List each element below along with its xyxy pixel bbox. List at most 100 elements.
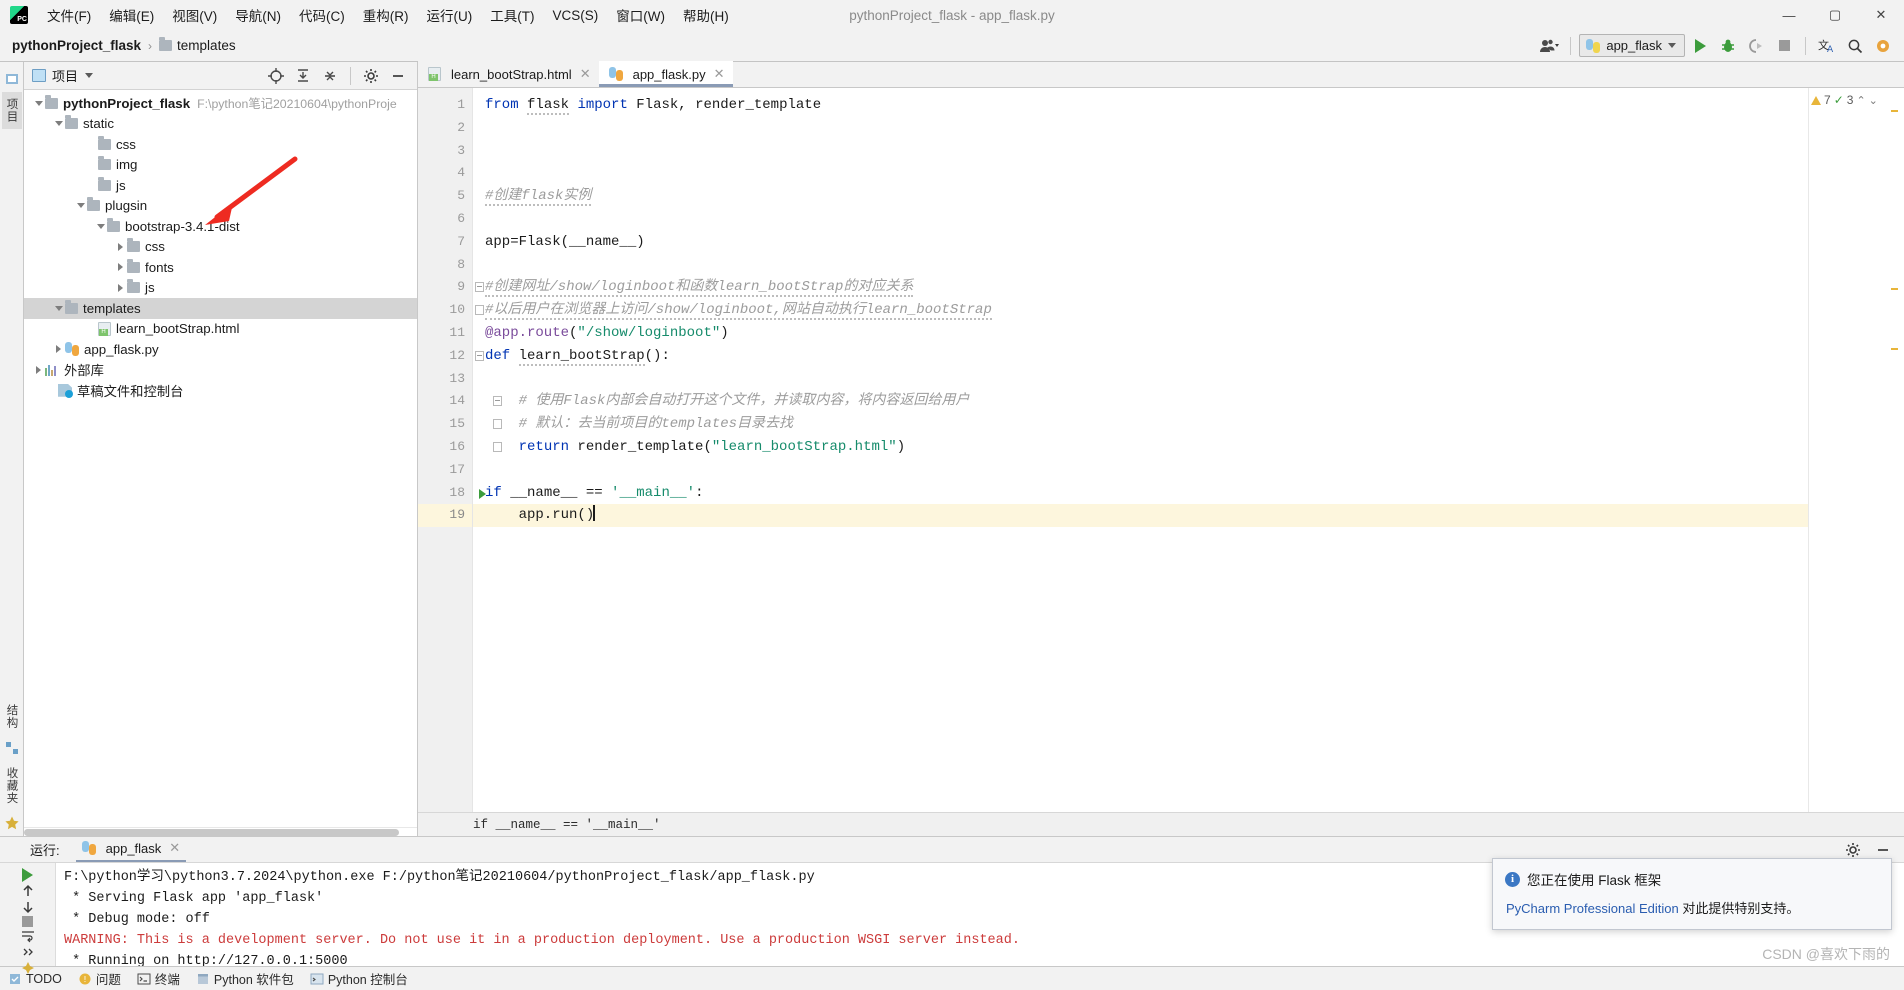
- soft-wrap-icon[interactable]: [16, 929, 40, 943]
- chevron-right-icon[interactable]: [114, 263, 127, 272]
- menu-refactor[interactable]: 重构(R): [354, 2, 418, 28]
- collapse-all-icon[interactable]: [317, 64, 343, 88]
- project-tool-icon[interactable]: [4, 71, 20, 87]
- chevron-down-icon[interactable]: [74, 203, 87, 209]
- chevron-right-icon[interactable]: [52, 345, 65, 354]
- tree-row-bootstrap-fonts[interactable]: fonts: [24, 257, 417, 278]
- tree-row-project-root[interactable]: pythonProject_flask F:\python笔记20210604\…: [24, 93, 417, 114]
- folder-icon: [159, 37, 173, 51]
- tree-row-external-libraries[interactable]: 外部库: [24, 360, 417, 381]
- run-configuration-selector[interactable]: app_flask: [1579, 34, 1685, 57]
- gear-icon[interactable]: [358, 64, 384, 88]
- tree-row-scratches-consoles[interactable]: 草稿文件和控制台: [24, 380, 417, 401]
- tree-row-static-css[interactable]: css: [24, 134, 417, 155]
- editor-gutter[interactable]: 1 2 3 4 5 6 7 8 9 10 11 12 13 14 15 16 1…: [418, 88, 502, 812]
- chevron-up-icon[interactable]: ⌃: [1856, 94, 1865, 107]
- notification-popup[interactable]: i 您正在使用 Flask 框架 PyCharm Professional Ed…: [1492, 858, 1892, 930]
- project-horizontal-scrollbar[interactable]: [24, 827, 417, 836]
- breadcrumb-templates[interactable]: templates: [177, 38, 236, 53]
- status-terminal[interactable]: 终端: [137, 969, 180, 988]
- rerun-icon[interactable]: [16, 868, 40, 882]
- menu-vcs[interactable]: VCS(S): [544, 5, 608, 26]
- inspection-summary[interactable]: 7 ✓ 3 ⌃ ⌄: [1811, 93, 1878, 107]
- inspection-marker[interactable]: [1891, 288, 1898, 290]
- run-tab-app-flask[interactable]: app_flask ✕: [75, 837, 187, 862]
- stop-icon[interactable]: [16, 916, 40, 927]
- folder-icon: [65, 115, 78, 130]
- chevron-down-icon[interactable]: [94, 223, 107, 229]
- line-number: 7: [457, 233, 465, 249]
- close-icon[interactable]: ✕: [169, 840, 180, 856]
- breadcrumb-project[interactable]: pythonProject_flask: [12, 38, 141, 53]
- code-line: from flask import Flask, render_template: [473, 94, 1808, 117]
- menu-edit[interactable]: 编辑(E): [100, 2, 163, 28]
- status-problems[interactable]: ! 问题: [78, 969, 121, 988]
- code-editor[interactable]: from flask import Flask, render_template…: [473, 88, 1808, 812]
- sidebar-item-project[interactable]: 项目: [1, 92, 22, 129]
- chevron-down-icon[interactable]: [32, 100, 45, 106]
- coverage-icon[interactable]: [1743, 34, 1769, 58]
- inspection-marker[interactable]: [1891, 110, 1898, 112]
- up-arrow-icon[interactable]: [16, 884, 40, 898]
- menu-run[interactable]: 运行(U): [418, 2, 482, 28]
- close-icon[interactable]: ✕: [714, 66, 725, 82]
- menu-window[interactable]: 窗口(W): [607, 2, 674, 28]
- search-icon[interactable]: [1842, 34, 1868, 58]
- star-icon[interactable]: [4, 815, 20, 831]
- tree-row-static[interactable]: static: [24, 114, 417, 135]
- tree-row-app-flask-py[interactable]: app_flask.py: [24, 339, 417, 360]
- notification-link[interactable]: PyCharm Professional Edition: [1506, 901, 1679, 916]
- expand-icon[interactable]: [16, 945, 40, 959]
- menu-view[interactable]: 视图(V): [163, 2, 226, 28]
- sidebar-item-favorites[interactable]: 收藏夹: [2, 761, 22, 811]
- stop-icon[interactable]: [1771, 34, 1797, 58]
- chevron-down-icon[interactable]: ⌄: [1869, 94, 1878, 107]
- tree-row-static-js[interactable]: js: [24, 175, 417, 196]
- sidebar-item-structure[interactable]: 结构: [2, 698, 22, 735]
- user-icon[interactable]: [1536, 34, 1562, 58]
- tree-label: 外部库: [64, 363, 104, 379]
- python-file-icon: [65, 342, 79, 357]
- tree-row-bootstrap-js[interactable]: js: [24, 278, 417, 299]
- menu-file[interactable]: 文件(F): [38, 2, 100, 28]
- tab-learn-bootstrap-html[interactable]: learn_bootStrap.html ✕: [418, 61, 599, 87]
- chevron-down-icon[interactable]: [52, 121, 65, 127]
- hide-icon[interactable]: [385, 64, 411, 88]
- folder-icon: [87, 197, 100, 212]
- chevron-right-icon[interactable]: [114, 242, 127, 251]
- project-tree[interactable]: pythonProject_flask F:\python笔记20210604\…: [24, 90, 417, 827]
- close-icon[interactable]: ✕: [580, 66, 591, 82]
- inspection-marker[interactable]: [1891, 348, 1898, 350]
- chevron-right-icon[interactable]: [114, 283, 127, 292]
- expand-all-icon[interactable]: [290, 64, 316, 88]
- debug-icon[interactable]: [1715, 34, 1741, 58]
- translate-icon[interactable]: 文A: [1814, 34, 1840, 58]
- pin-icon[interactable]: [16, 961, 40, 975]
- tree-row-bootstrap-dist[interactable]: bootstrap-3.4.1-dist: [24, 216, 417, 237]
- maximize-button[interactable]: ▢: [1812, 0, 1858, 30]
- structure-icon[interactable]: [4, 740, 20, 756]
- chevron-right-icon[interactable]: [32, 365, 45, 374]
- menu-navigate[interactable]: 导航(N): [226, 2, 290, 28]
- tree-row-learn-bootstrap-html[interactable]: learn_bootStrap.html: [24, 319, 417, 340]
- menu-help[interactable]: 帮助(H): [674, 2, 738, 28]
- status-python-console[interactable]: Python 控制台: [310, 969, 408, 988]
- tree-row-templates[interactable]: templates: [24, 298, 417, 319]
- down-arrow-icon[interactable]: [16, 900, 40, 914]
- locate-icon[interactable]: [263, 64, 289, 88]
- run-icon[interactable]: [1687, 34, 1713, 58]
- tree-row-bootstrap-css[interactable]: css: [24, 237, 417, 258]
- status-python-packages[interactable]: Python 软件包: [196, 969, 294, 988]
- tree-row-plugsin[interactable]: plugsin: [24, 196, 417, 217]
- menu-tools[interactable]: 工具(T): [481, 2, 543, 28]
- minimize-button[interactable]: —: [1766, 0, 1812, 30]
- scrollbar-thumb[interactable]: [24, 829, 399, 836]
- close-button[interactable]: ✕: [1858, 0, 1904, 30]
- menu-code[interactable]: 代码(C): [290, 2, 354, 28]
- chevron-down-icon[interactable]: [52, 305, 65, 311]
- tree-row-static-img[interactable]: img: [24, 155, 417, 176]
- settings-icon[interactable]: [1870, 34, 1896, 58]
- tab-app-flask-py[interactable]: app_flask.py ✕: [598, 61, 733, 87]
- chevron-down-icon[interactable]: [85, 73, 94, 78]
- inspection-gutter[interactable]: 7 ✓ 3 ⌃ ⌄: [1808, 88, 1904, 812]
